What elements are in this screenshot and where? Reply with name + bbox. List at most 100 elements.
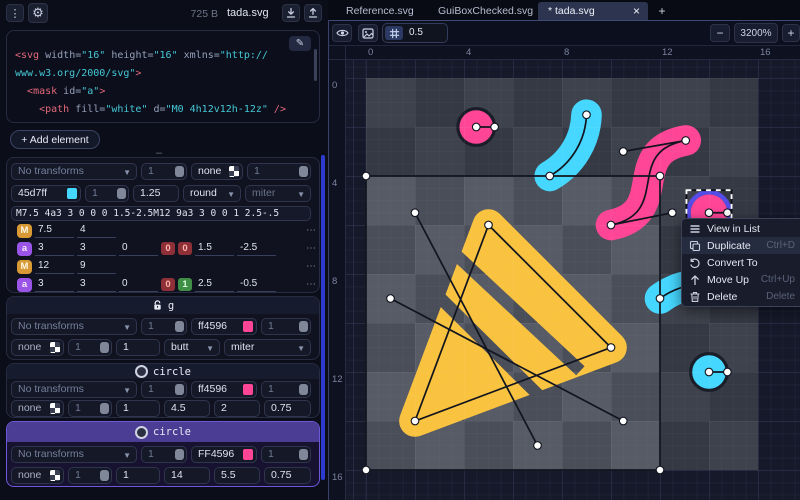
circle-fill-opacity-slider[interactable]: 1 xyxy=(261,381,311,398)
slider-knob[interactable] xyxy=(175,166,184,177)
path-linecap-select[interactable]: round▼ xyxy=(183,185,241,202)
circle-r-input[interactable]: 0.75 xyxy=(264,400,311,417)
path-fill-control[interactable]: none xyxy=(191,163,243,180)
slider-knob[interactable] xyxy=(175,384,184,395)
control-point[interactable] xyxy=(619,417,627,425)
menu-item-move-up[interactable]: Move Up Ctrl+Up xyxy=(682,271,800,288)
grid-size-input[interactable]: 0.5 xyxy=(409,27,423,38)
tab-reference[interactable]: Reference.svg xyxy=(336,2,424,20)
group-panel-header[interactable]: g xyxy=(7,297,319,314)
group-fill-opacity-slider[interactable]: 1 xyxy=(261,318,311,335)
command-value-field[interactable]: 2.5 xyxy=(195,278,234,292)
slider-knob[interactable] xyxy=(100,342,109,353)
slider-knob[interactable] xyxy=(299,384,308,395)
group-stroke-width-input[interactable]: 1 xyxy=(116,339,160,356)
command-value-field[interactable]: 9 xyxy=(77,260,116,274)
slider-knob[interactable] xyxy=(175,321,184,332)
command-value-field[interactable]: 7.5 xyxy=(35,224,74,238)
path-data-input[interactable]: M7.5 4a3 3 0 0 0 1.5-2.5M12 9a3 3 0 0 1 … xyxy=(11,206,311,221)
path-stroke-width-input[interactable]: 1.25 xyxy=(133,185,179,202)
circle-cy-input[interactable]: 2 xyxy=(214,400,260,417)
group-fill-color-field[interactable]: ff4596 xyxy=(191,318,257,335)
slider-knob[interactable] xyxy=(100,403,109,414)
group-stroke-control[interactable]: none xyxy=(11,339,64,356)
circle-stroke-width-input[interactable]: 1 xyxy=(116,467,160,484)
command-value-field[interactable]: 3 xyxy=(35,278,74,292)
command-row-menu[interactable]: ⋯ xyxy=(306,243,317,254)
transparent-swatch[interactable] xyxy=(50,470,60,481)
control-point[interactable] xyxy=(485,221,493,229)
zoom-in-button[interactable]: + xyxy=(782,24,800,42)
control-point[interactable] xyxy=(387,295,395,303)
control-point[interactable] xyxy=(546,172,554,180)
path-linejoin-select[interactable]: miter▼ xyxy=(245,185,311,202)
path-stroke-color-field[interactable]: 45d7ff xyxy=(11,185,81,202)
new-tab-button[interactable]: + xyxy=(654,3,670,19)
add-element-button[interactable]: + Add element xyxy=(10,130,100,149)
command-value-field[interactable]: 1.5 xyxy=(195,242,234,256)
control-point[interactable] xyxy=(682,137,690,145)
command-value-field[interactable]: 4 xyxy=(77,224,116,238)
circle-cy-input[interactable]: 5.5 xyxy=(214,467,260,484)
control-point[interactable] xyxy=(656,466,664,474)
slider-knob[interactable] xyxy=(175,449,184,460)
kebab-menu-button[interactable]: ⋮ xyxy=(6,4,24,22)
slider-knob[interactable] xyxy=(299,449,308,460)
command-row-menu[interactable]: ⋯ xyxy=(306,225,317,236)
circle-stroke-control[interactable]: none xyxy=(11,467,64,484)
control-point[interactable] xyxy=(668,209,676,217)
group-stroke-opacity-slider[interactable]: 1 xyxy=(68,339,112,356)
control-point[interactable] xyxy=(607,221,615,229)
control-point[interactable] xyxy=(656,295,664,303)
transparent-swatch[interactable] xyxy=(50,403,60,414)
command-row-menu[interactable]: ⋯ xyxy=(306,279,317,290)
control-point[interactable] xyxy=(724,209,732,217)
pane-divider[interactable] xyxy=(328,20,329,500)
arc-flag-toggle[interactable]: 0 xyxy=(161,242,175,255)
background-image-button[interactable] xyxy=(358,24,378,42)
upload-button[interactable] xyxy=(304,4,322,22)
download-button[interactable] xyxy=(282,4,300,22)
visibility-button[interactable] xyxy=(332,24,352,42)
slider-knob[interactable] xyxy=(299,321,308,332)
group-opacity-slider[interactable]: 1 xyxy=(141,318,187,335)
arc-flag-toggle[interactable]: 1 xyxy=(178,278,192,291)
control-point[interactable] xyxy=(491,123,499,131)
command-value-field[interactable]: 3 xyxy=(77,242,116,256)
path-stroke-opacity-slider[interactable]: 1 xyxy=(85,185,129,202)
control-point[interactable] xyxy=(705,368,713,376)
path-command-row[interactable]: M7.54⋯ xyxy=(17,223,317,238)
grid-toggle-button[interactable] xyxy=(385,26,403,40)
control-point[interactable] xyxy=(411,209,419,217)
menu-item-duplicate[interactable]: Duplicate Ctrl+D xyxy=(682,237,800,254)
circle-panel-header[interactable]: circle xyxy=(7,364,319,379)
zoom-level-button[interactable]: 3200% xyxy=(734,23,778,43)
slider-knob[interactable] xyxy=(100,470,109,481)
fill-color-swatch[interactable] xyxy=(243,449,253,460)
path-command-row[interactable]: a330001.5-2.5⋯ xyxy=(17,241,317,256)
command-value-field[interactable]: 3 xyxy=(35,242,74,256)
close-icon[interactable]: × xyxy=(633,4,640,18)
stroke-color-swatch[interactable] xyxy=(67,188,77,199)
circle-cx-input[interactable]: 4.5 xyxy=(164,400,210,417)
control-point[interactable] xyxy=(724,368,732,376)
path-command-row[interactable]: a330012.5-0.5⋯ xyxy=(17,277,317,292)
circle-r-input[interactable]: 0.75 xyxy=(264,467,311,484)
group-linejoin-select[interactable]: miter▼ xyxy=(224,339,311,356)
control-point[interactable] xyxy=(607,344,615,352)
code-scrollbar[interactable] xyxy=(314,49,317,81)
circle-cx-input[interactable]: 14 xyxy=(164,467,210,484)
group-linecap-select[interactable]: butt▼ xyxy=(164,339,220,356)
arc-flag-toggle[interactable]: 0 xyxy=(161,278,175,291)
circle-stroke-opacity-slider[interactable]: 1 xyxy=(68,467,112,484)
slider-knob[interactable] xyxy=(117,188,126,199)
transparent-swatch[interactable] xyxy=(50,342,60,353)
command-row-menu[interactable]: ⋯ xyxy=(306,261,317,272)
transparent-swatch[interactable] xyxy=(229,166,239,177)
circle-fill-color-field[interactable]: ff4596 xyxy=(191,381,257,398)
circle-fill-opacity-slider[interactable]: 1 xyxy=(261,446,311,463)
circle-stroke-width-input[interactable]: 1 xyxy=(116,400,160,417)
tab-guiboxchecked[interactable]: GuiBoxChecked.svg xyxy=(428,2,543,20)
circle-fill-color-field[interactable]: FF4596 xyxy=(191,446,257,463)
command-value-field[interactable]: 3 xyxy=(77,278,116,292)
